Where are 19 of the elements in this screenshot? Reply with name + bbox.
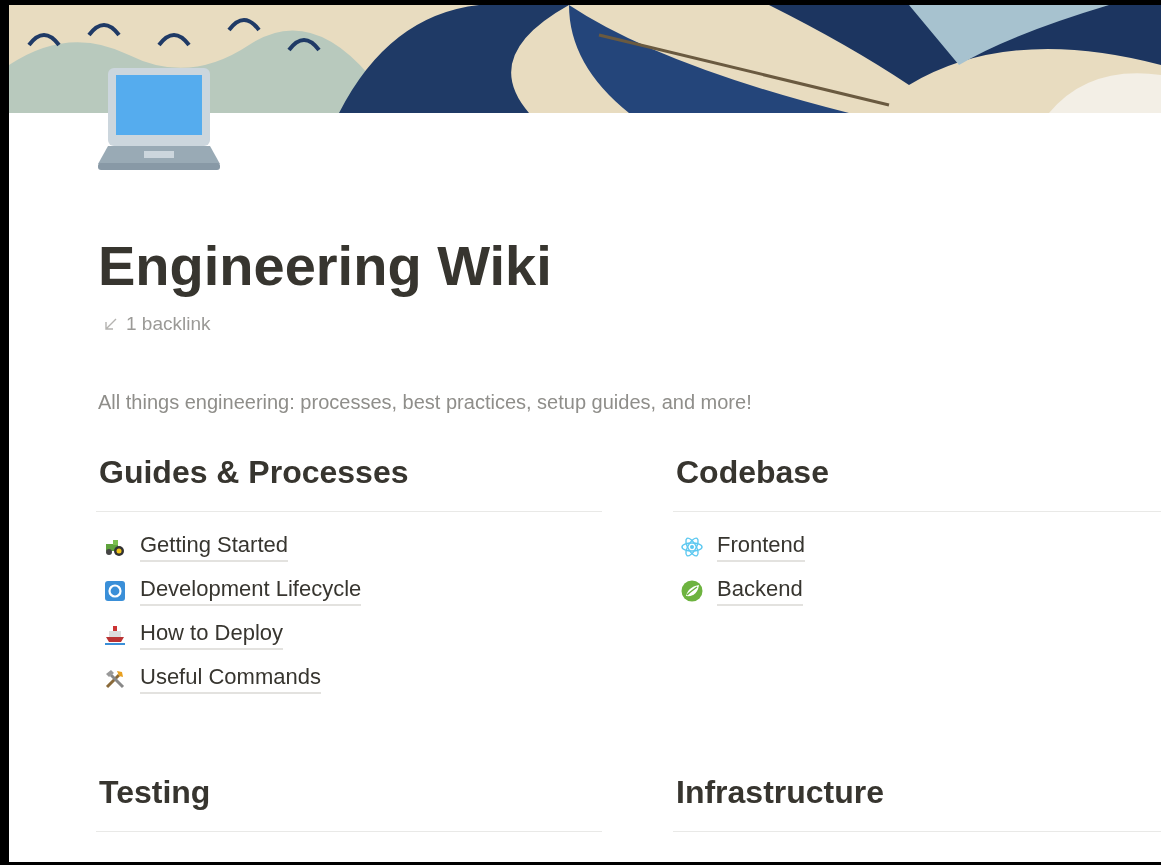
page-title: Engineering Wiki xyxy=(98,233,553,299)
section-heading: Infrastructure xyxy=(673,774,1161,833)
page-link[interactable]: How to Deploy xyxy=(140,620,284,651)
ship-icon xyxy=(104,624,126,647)
leaf-icon xyxy=(681,580,703,603)
page-link[interactable]: Development Lifecycle xyxy=(140,576,362,607)
page-description: All things engineering: processes, best practices, setup guides, and more! xyxy=(98,391,753,415)
laptop-icon xyxy=(98,68,220,170)
page-link[interactable]: Frontend xyxy=(717,532,806,563)
page-link[interactable]: Getting Started xyxy=(140,532,288,563)
tools-icon xyxy=(104,668,126,691)
atom-icon xyxy=(681,536,703,559)
section-heading: Codebase xyxy=(673,454,1161,513)
section-heading: Testing xyxy=(96,774,602,833)
cycle-icon xyxy=(104,580,126,603)
page-link[interactable]: Useful Commands xyxy=(140,664,321,695)
section-heading: Guides & Processes xyxy=(96,454,602,513)
arrow-icon xyxy=(104,317,118,332)
page-link[interactable]: Backend xyxy=(717,576,803,607)
